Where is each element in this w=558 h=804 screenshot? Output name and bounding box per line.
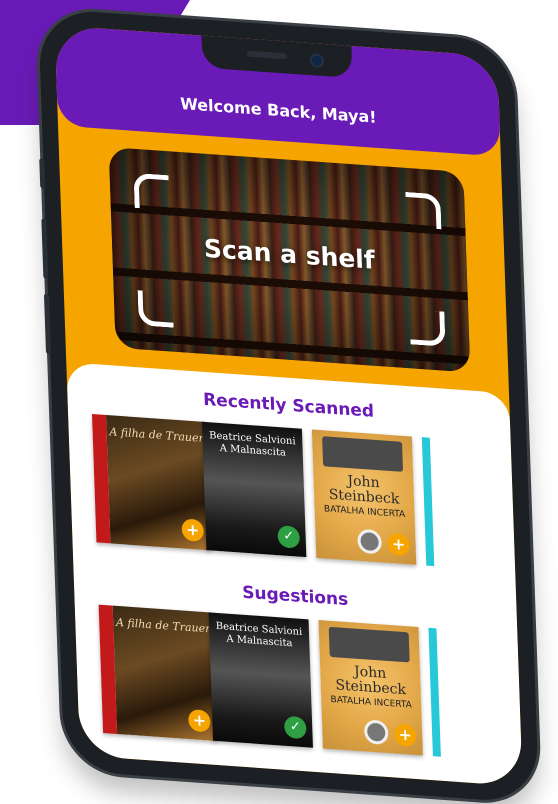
book-title: Beatrice Salvioni A Malnascita [215,620,303,650]
book-author: John Steinbeck [328,472,400,508]
suggestions-carousel[interactable]: A filha de Trauer + Beatrice Salvioni A … [98,604,522,763]
content-panel: Recently Scanned A filha de Trauer + Bea… [66,362,523,787]
book-author: John Steinbeck [335,663,407,699]
scan-shelf-button[interactable]: Scan a shelf [108,147,471,373]
recently-scanned-carousel[interactable]: A filha de Trauer + Beatrice Salvioni A … [92,414,515,572]
book-card[interactable]: A filha de Trauer + [92,414,211,551]
book-title: A filha de Trauer [109,425,204,445]
scan-frame-corner-icon [409,309,446,347]
book-card[interactable]: Beatrice Salvioni A Malnascita ✓ [201,421,307,558]
book-card[interactable]: John Steinbeck BATALHA INCERTA + [311,429,417,565]
welcome-message: Welcome Back, Maya! [179,93,377,127]
add-icon[interactable]: + [393,723,417,748]
app-screen: Welcome Back, Maya! Scan a shelf Recentl… [54,25,523,787]
phone-mockup: Welcome Back, Maya! Scan a shelf Recentl… [38,8,540,804]
book-card[interactable]: Beatrice Salvioni A Malnascita ✓ [208,612,313,748]
next-book-peek[interactable] [428,627,441,757]
check-icon[interactable]: ✓ [283,715,307,740]
status-ring-icon [357,528,383,555]
next-book-peek[interactable] [421,437,435,567]
scan-frame-corner-icon [405,191,442,230]
scan-frame-corner-icon [133,172,170,211]
status-ring-icon [363,719,389,746]
book-card[interactable]: A filha de Trauer + [98,604,218,742]
book-title: A filha de Trauer [115,615,211,636]
cover-illustration [322,436,404,472]
check-icon[interactable]: ✓ [277,525,301,549]
book-card[interactable]: John Steinbeck BATALHA INCERTA + [318,620,423,756]
add-icon[interactable]: + [387,532,411,557]
add-icon[interactable]: + [188,708,211,733]
speaker-grille [246,50,287,60]
scan-frame-corner-icon [137,290,174,328]
book-title: Beatrice Salvioni A Malnascita [208,430,296,459]
scan-shelf-label: Scan a shelf [203,233,376,275]
add-icon[interactable]: + [181,518,205,542]
camera-icon [309,53,324,69]
cover-illustration [328,626,410,663]
mute-switch [39,158,46,189]
